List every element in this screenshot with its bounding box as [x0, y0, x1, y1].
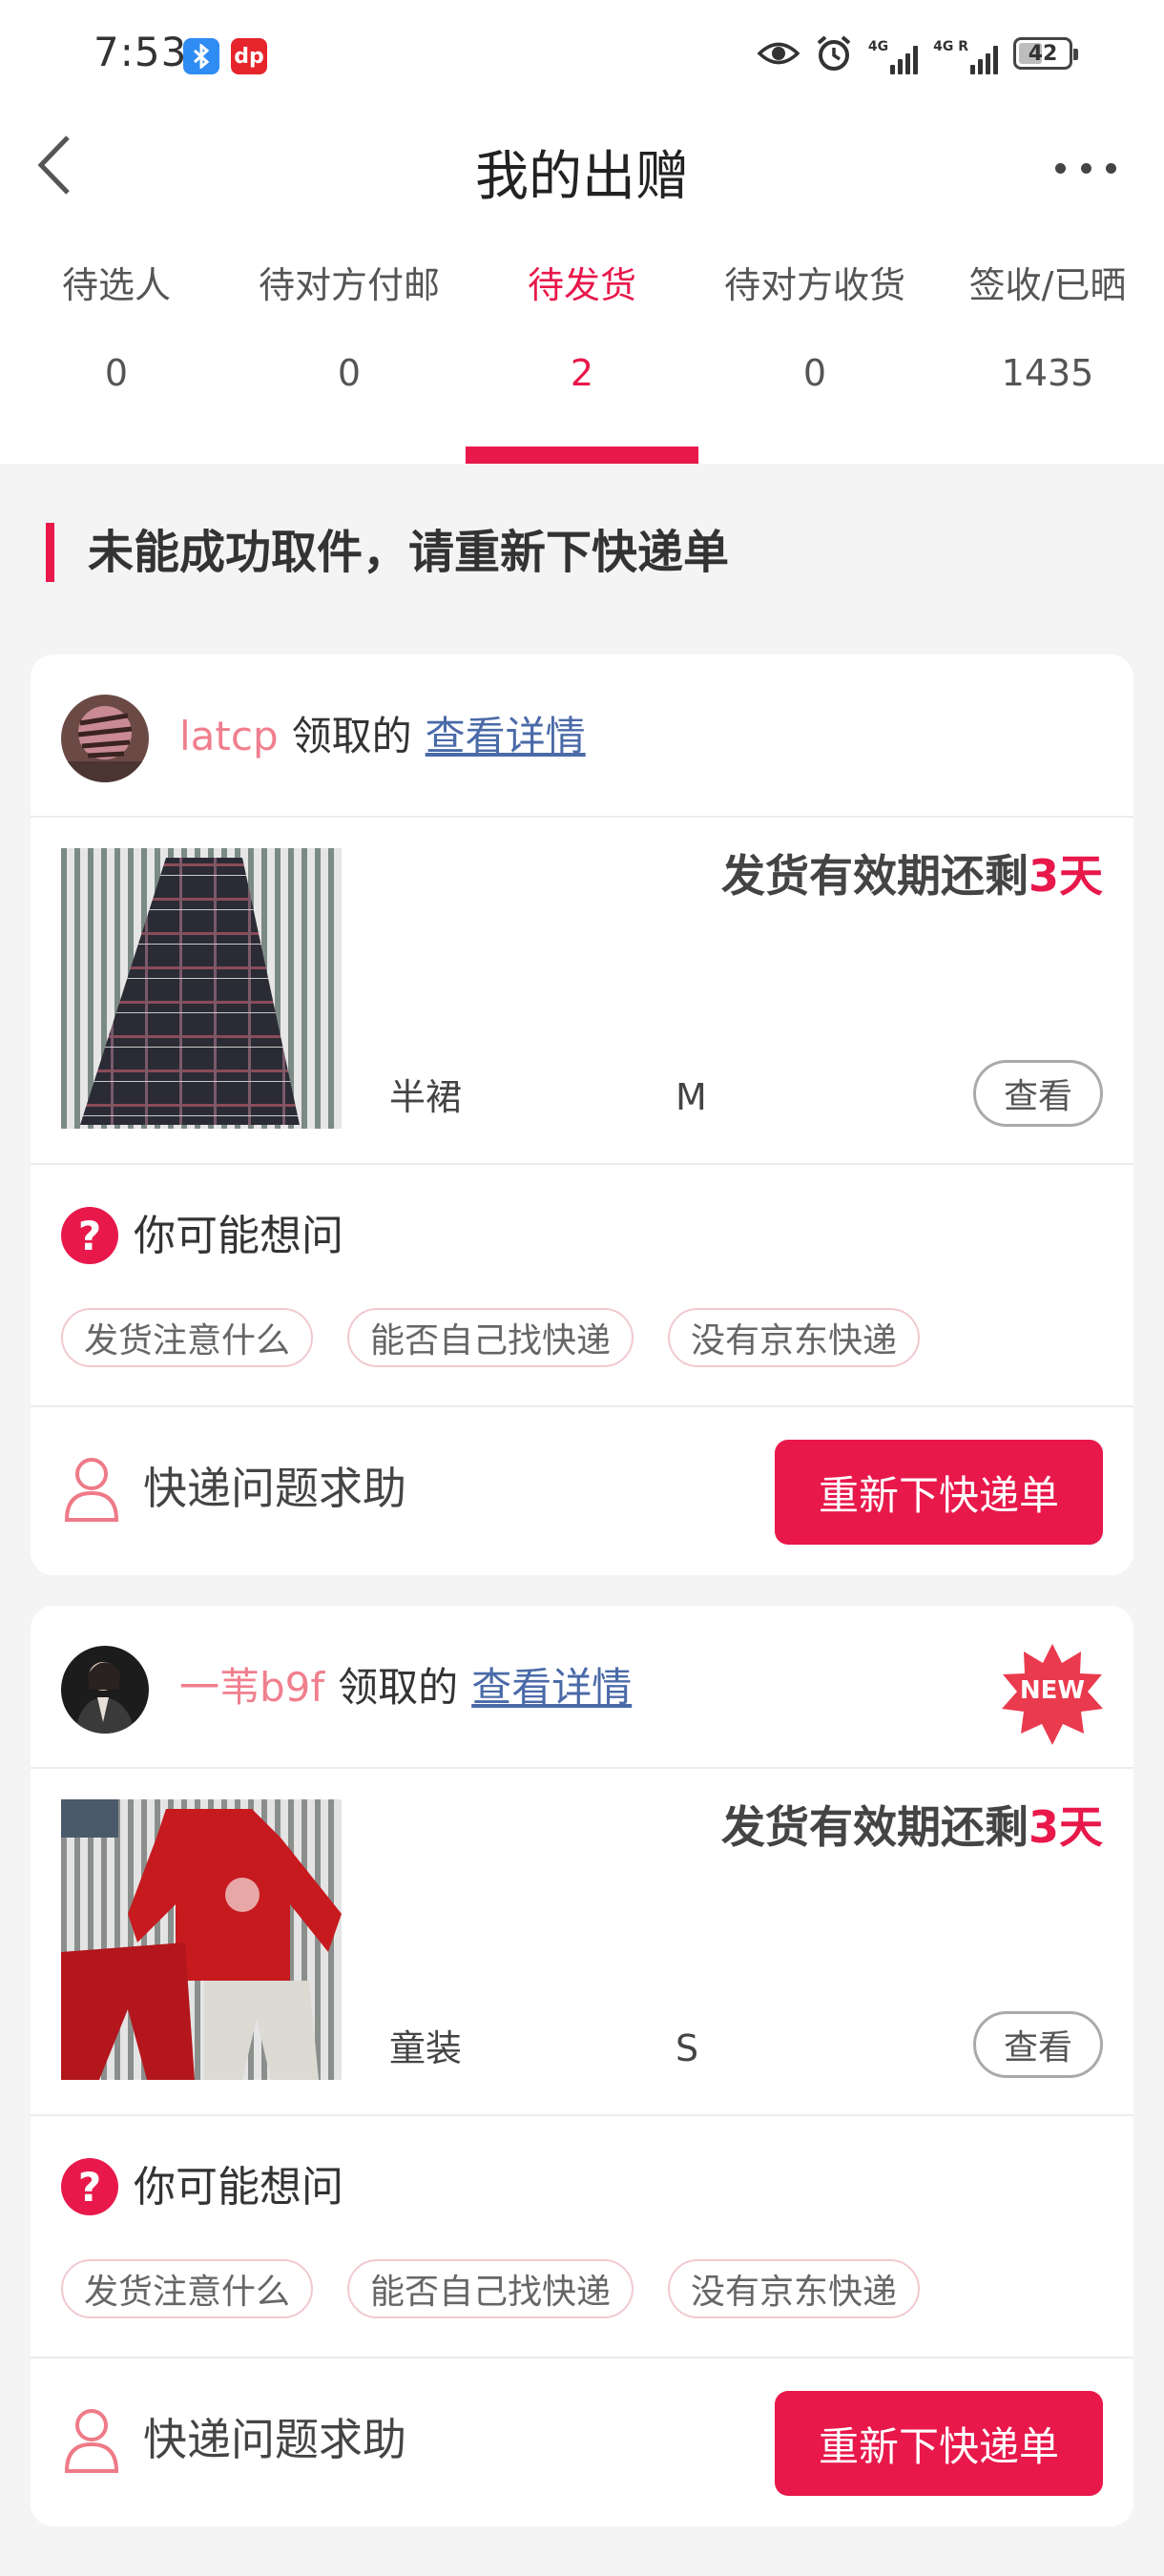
item-size: M	[676, 1076, 707, 1118]
item-row: 发货有效期还剩3天 童装 S 查看	[31, 1769, 1133, 2116]
dot-icon	[1055, 162, 1066, 174]
signal-icon-2: 4G R	[933, 32, 998, 74]
item-name: 半裙	[389, 1076, 463, 1118]
person-icon	[61, 1455, 122, 1524]
courier-help-link[interactable]: 快递问题求助	[143, 2410, 406, 2469]
deadline-prefix: 发货有效期还剩	[720, 1801, 1029, 1853]
tab-count: 1435	[1001, 352, 1094, 394]
tab-count: 0	[104, 352, 129, 394]
alarm-clock-icon	[815, 34, 853, 73]
card-header: 一苇b9f 领取的 查看详情 NEW	[31, 1606, 1133, 1769]
item-size: S	[676, 2027, 699, 2069]
section-header: 未能成功取件，请重新下快递单	[0, 464, 1164, 654]
bluetooth-app-icon	[183, 38, 219, 74]
deadline-days: 3天	[1028, 850, 1103, 902]
faq-section: ? 你可能想问 发货注意什么 能否自己找快递 没有京东快递	[31, 1165, 1133, 1407]
donation-card: latcp 领取的 查看详情 发货有效期还剩3天 半裙 M 查看 ? 你可能想问 发…	[31, 654, 1133, 1575]
view-details-link[interactable]: 查看详情	[471, 1664, 632, 1711]
view-details-link[interactable]: 查看详情	[426, 713, 586, 759]
section-accent-bar	[46, 523, 54, 582]
signal-icon-1: 4G	[868, 32, 919, 74]
claimed-text: 领取的	[338, 1664, 459, 1711]
tab-label: 待发货	[527, 264, 636, 306]
red-app-icon: dp	[231, 38, 267, 74]
reorder-courier-button[interactable]: 重新下快递单	[775, 1440, 1103, 1545]
avatar[interactable]	[61, 1646, 149, 1734]
item-row: 发货有效期还剩3天 半裙 M 查看	[31, 818, 1133, 1165]
courier-help-link[interactable]: 快递问题求助	[143, 1459, 406, 1518]
battery-level: 42	[1028, 41, 1058, 66]
username[interactable]: 一苇b9f	[179, 1664, 324, 1711]
dot-icon	[1106, 162, 1116, 174]
faq-chip[interactable]: 没有京东快递	[668, 2259, 921, 2318]
battery-icon: 42	[1013, 37, 1078, 70]
tab-count: 2	[570, 352, 594, 394]
question-icon: ?	[61, 2158, 118, 2215]
person-icon	[61, 2406, 122, 2475]
more-options-button[interactable]	[1048, 139, 1124, 197]
username[interactable]: latcp	[179, 713, 279, 759]
deadline-days: 3天	[1028, 1801, 1103, 1853]
tab-count: 0	[337, 352, 362, 394]
section-title: 未能成功取件，请重新下快递单	[88, 526, 730, 579]
tab-pending-shipment[interactable]: 待发货 2	[466, 261, 698, 464]
faq-section: ? 你可能想问 发货注意什么 能否自己找快递 没有京东快递	[31, 2116, 1133, 2358]
help-row: 快递问题求助 重新下快递单	[31, 1407, 1133, 1575]
tab-pending-postage[interactable]: 待对方付邮 0	[233, 261, 466, 464]
new-badge: NEW	[1000, 1642, 1105, 1747]
tab-signed[interactable]: 签收/已晒 1435	[931, 261, 1164, 464]
view-button[interactable]: 查看	[973, 1060, 1103, 1127]
shipping-deadline: 发货有效期还剩3天	[721, 1797, 1103, 1857]
status-icons: 4G 4G R 42	[757, 32, 1078, 74]
nav-header: 我的出赠	[0, 114, 1164, 221]
card-header: latcp 领取的 查看详情	[31, 654, 1133, 818]
top-area: 7:53 dp 4G 4G R 42 我的出赠 待选人 0 待对方付邮 0 待发…	[0, 0, 1164, 464]
faq-chip[interactable]: 发货注意什么	[61, 1308, 314, 1367]
faq-chip[interactable]: 能否自己找快递	[347, 2259, 634, 2318]
new-badge-label: NEW	[1019, 1676, 1086, 1705]
dot-icon	[1080, 162, 1091, 174]
active-tab-indicator	[466, 447, 698, 464]
claimed-text: 领取的	[291, 713, 412, 759]
faq-title: 你可能想问	[134, 1212, 343, 1260]
tab-pending-select[interactable]: 待选人 0	[0, 261, 233, 464]
faq-chips: 发货注意什么 能否自己找快递 没有京东快递	[61, 2259, 921, 2318]
tab-pending-receipt[interactable]: 待对方收货 0	[698, 261, 931, 464]
claim-info: latcp 领取的 查看详情	[179, 708, 586, 765]
claim-info: 一苇b9f 领取的 查看详情	[179, 1659, 632, 1716]
page-title: 我的出赠	[475, 146, 689, 208]
tab-label: 待对方付邮	[258, 264, 440, 306]
faq-chip[interactable]: 能否自己找快递	[347, 1308, 634, 1367]
tab-label: 待对方收货	[723, 264, 905, 306]
status-tabs: 待选人 0 待对方付邮 0 待发货 2 待对方收货 0 签收/已晒 1435	[0, 221, 1164, 464]
item-photo[interactable]	[61, 1799, 342, 2080]
view-button[interactable]: 查看	[973, 2011, 1103, 2078]
status-time: 7:53	[94, 29, 188, 75]
item-name: 童装	[389, 2027, 463, 2069]
reorder-courier-button[interactable]: 重新下快递单	[775, 2391, 1103, 2496]
avatar[interactable]	[61, 695, 149, 782]
faq-chip[interactable]: 没有京东快递	[668, 1308, 921, 1367]
tab-count: 0	[802, 352, 827, 394]
donation-card: 一苇b9f 领取的 查看详情 NEW 发货有效期还剩3天 童装 S 查看 ? 你…	[31, 1606, 1133, 2526]
status-bar: 7:53 dp 4G 4G R 42	[0, 0, 1164, 114]
item-photo[interactable]	[61, 848, 342, 1129]
help-row: 快递问题求助 重新下快递单	[31, 2358, 1133, 2526]
deadline-prefix: 发货有效期还剩	[720, 850, 1029, 902]
eye-icon	[757, 39, 800, 68]
faq-title: 你可能想问	[134, 2163, 343, 2212]
tab-label: 待选人	[61, 264, 171, 306]
question-icon: ?	[61, 1207, 118, 1264]
shipping-deadline: 发货有效期还剩3天	[721, 846, 1103, 905]
faq-chip[interactable]: 发货注意什么	[61, 2259, 314, 2318]
faq-chips: 发货注意什么 能否自己找快递 没有京东快递	[61, 1308, 921, 1367]
tab-label: 签收/已晒	[968, 264, 1127, 306]
